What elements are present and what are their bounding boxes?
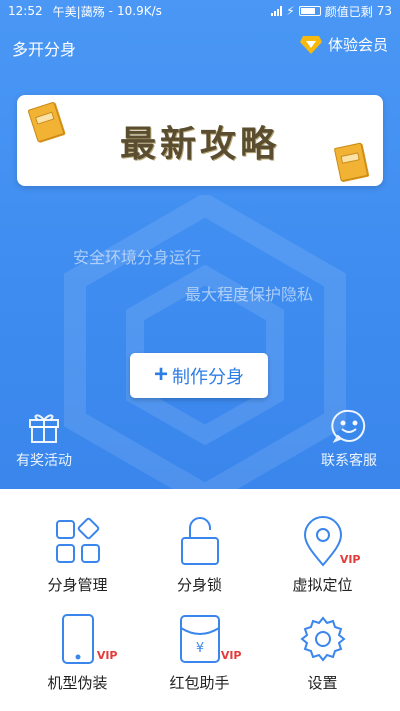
battery-icon [298,6,321,16]
lock-icon [180,517,219,565]
phone-icon [61,614,94,664]
slogan-line-1: 安全环境分身运行 [73,248,202,267]
signal-icon [271,6,283,16]
create-clone-button[interactable]: + 制作分身 [130,353,268,398]
svg-text:¥: ¥ [195,641,203,656]
status-speed: 10.9K/s [116,4,162,18]
status-bar: 12:52 午美|藹殇 - 10.9K/s ⚡ 颜值已剩 73 [0,0,400,22]
vip-badge: VIP [339,553,361,566]
chat-smile-icon [331,409,366,444]
rewards-activity-button[interactable]: 有奖活动 [16,408,72,470]
status-carrier: 午美|藹殇 [52,4,105,19]
clone-lock-button[interactable]: 分身锁 [133,514,266,595]
red-envelope-helper-button[interactable]: ¥ VIP 红包助手 [133,612,266,693]
strategy-banner[interactable]: 最新攻略 [17,95,383,186]
apps-grid-icon [55,517,100,563]
feature-label: 分身管理 [47,576,108,594]
rewards-activity-label: 有奖活动 [16,453,72,469]
contact-support-label: 联系客服 [321,453,377,469]
red-envelope-icon: ¥ [179,615,220,663]
plus-icon: + [153,360,168,388]
status-separator: - [108,4,113,18]
feature-label: 红包助手 [169,674,230,692]
feature-label: 虚拟定位 [292,576,353,594]
location-pin-icon [303,516,342,567]
slogan-line-2: 最大程度保护隐私 [185,285,314,304]
charging-icon: ⚡ [286,4,295,18]
device-disguise-button[interactable]: VIP 机型伪装 [11,612,144,693]
trial-vip-label: 体验会员 [327,36,388,54]
banner-title: 最新攻略 [119,122,280,165]
battery-percent: 73 [376,4,392,18]
feature-label: 机型伪装 [47,674,108,692]
feature-label: 分身锁 [176,576,222,594]
diamond-icon [299,35,322,54]
hero-section: 12:52 午美|藹殇 - 10.9K/s ⚡ 颜值已剩 73 多开分身 体验会… [0,0,400,489]
gift-icon [29,414,59,443]
virtual-location-button[interactable]: VIP 虚拟定位 [256,514,389,595]
book-icon [333,142,369,182]
feature-label: 设置 [307,674,338,692]
book-icon [27,101,65,143]
gear-icon [299,616,346,662]
status-right-text: 颜值已剩 [324,4,373,19]
background-hexagon-pattern [64,195,346,489]
feature-grid: 分身管理 分身锁 VIP 虚拟定位 VIP 机型伪装 ¥ VIP 红包助手 设置 [0,489,400,711]
settings-button[interactable]: 设置 [256,612,389,693]
trial-vip-button[interactable]: 体验会员 [299,34,388,55]
contact-support-button[interactable]: 联系客服 [321,408,377,470]
status-time: 12:52 [8,4,43,18]
create-clone-label: 制作分身 [172,366,244,387]
vip-badge: VIP [96,649,118,662]
clone-manager-button[interactable]: 分身管理 [11,514,144,595]
app-title: 多开分身 [12,40,77,59]
vip-badge: VIP [220,649,242,662]
